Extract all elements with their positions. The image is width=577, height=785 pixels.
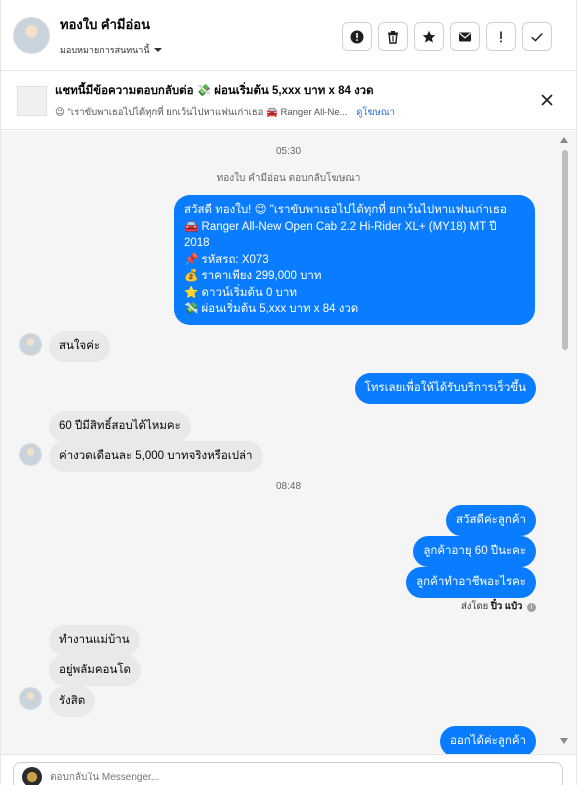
- scrollbar-thumb[interactable]: [562, 150, 568, 350]
- assign-conversation-dropdown[interactable]: มอบหมายการสนทนานี้: [60, 43, 162, 57]
- view-ad-link[interactable]: ดูโฆษณา: [356, 107, 395, 118]
- reply-input[interactable]: [50, 771, 530, 783]
- sent-by-name[interactable]: ปิ๋ว แป๋ว: [491, 601, 523, 612]
- contact-mini-avatar: [19, 687, 42, 710]
- incoming-message[interactable]: ทำงานแม่บ้าน: [49, 625, 140, 656]
- mark-done-button[interactable]: [522, 22, 552, 51]
- ad-snippet: 😉 "เราขับพาเธอไปได้ทุกที่ ยกเว้นไปหาแฟนเ…: [55, 106, 348, 118]
- scroll-down-arrow[interactable]: [560, 738, 568, 744]
- sent-by-prefix: ส่งโดย: [460, 601, 489, 612]
- timestamp: 05:30: [275, 146, 302, 157]
- outgoing-message-ad-reply[interactable]: สวัสดี ทองใบ! 😉 "เราขับพาเธอไปได้ทุกที่ …: [174, 195, 535, 325]
- assign-label: มอบหมายการสนทนานี้: [60, 44, 150, 55]
- page-avatar: [22, 767, 42, 785]
- alert-circle-icon: [350, 30, 364, 43]
- follow-up-button[interactable]: [486, 22, 516, 51]
- info-icon[interactable]: i: [527, 603, 536, 612]
- close-icon[interactable]: [540, 93, 554, 107]
- ad-title: แชทนี้มีข้อความตอบกลับต่อ 💸 ผ่อนเริ่มต้น…: [55, 84, 374, 97]
- star-icon: [422, 30, 436, 43]
- incoming-message[interactable]: ค่างวดเดือนละ 5,000 บาทจริงหรือเปล่า: [49, 441, 263, 472]
- incoming-message[interactable]: สนใจค่ะ: [49, 331, 111, 362]
- message-thread[interactable]: 05:30 ทองใบ คำมีอ่อน ตอบกลับโฆษณา สวัสดี…: [1, 131, 576, 754]
- outgoing-message[interactable]: ลูกค้าอายุ 60 ปีนะคะ: [413, 536, 536, 567]
- mark-unread-button[interactable]: [450, 22, 480, 51]
- reply-composer: [1, 754, 576, 785]
- outgoing-message[interactable]: สวัสดีค่ะลูกค้า: [446, 505, 536, 536]
- check-icon: [531, 32, 543, 42]
- outgoing-message[interactable]: ลูกค้าทำอาชีพอะไรคะ: [406, 567, 536, 598]
- conversation-toolbar: [342, 22, 552, 51]
- contact-mini-avatar: [19, 333, 42, 356]
- exclamation-icon: [500, 31, 502, 42]
- incoming-message[interactable]: 60 ปีมีสิทธิ์สอบได้ไหมคะ: [49, 411, 191, 442]
- ad-thumbnail[interactable]: [17, 85, 47, 116]
- trash-icon: [388, 30, 398, 44]
- ad-context-banner: แชทนี้มีข้อความตอบกลับต่อ 💸 ผ่อนเริ่มต้น…: [1, 72, 576, 130]
- timestamp: 08:48: [275, 481, 302, 492]
- contact-avatar[interactable]: [13, 16, 50, 54]
- system-note: ทองใบ คำมีอ่อน ตอบกลับโฆษณา: [216, 173, 361, 184]
- outgoing-message[interactable]: ออกได้ค่ะลูกค้า: [439, 726, 536, 754]
- contact-mini-avatar: [19, 443, 42, 466]
- incoming-message[interactable]: อยู่พลัมคอนโด: [49, 655, 141, 686]
- incoming-message[interactable]: รังสิต: [49, 686, 96, 717]
- reply-box[interactable]: [13, 762, 563, 785]
- star-button[interactable]: [414, 22, 444, 51]
- scroll-up-arrow[interactable]: [560, 137, 568, 143]
- conversation-header: ทองใบ คำมีอ่อน มอบหมายการสนทนานี้: [1, 0, 576, 71]
- messenger-inbox-window: ทองใบ คำมีอ่อน มอบหมายการสนทนานี้ แชทนี้…: [0, 0, 577, 785]
- sent-by-label: ส่งโดย ปิ๋ว แป๋ว i: [461, 599, 536, 614]
- caret-down-icon: [153, 47, 162, 52]
- outgoing-message[interactable]: โทรเลยเพื่อให้ได้รับบริการเร็วขึ้น: [354, 373, 536, 404]
- envelope-icon: [459, 32, 471, 41]
- delete-button[interactable]: [378, 22, 408, 51]
- mark-spam-button[interactable]: [342, 22, 372, 51]
- contact-name[interactable]: ทองใบ คำมีอ่อน: [60, 14, 162, 35]
